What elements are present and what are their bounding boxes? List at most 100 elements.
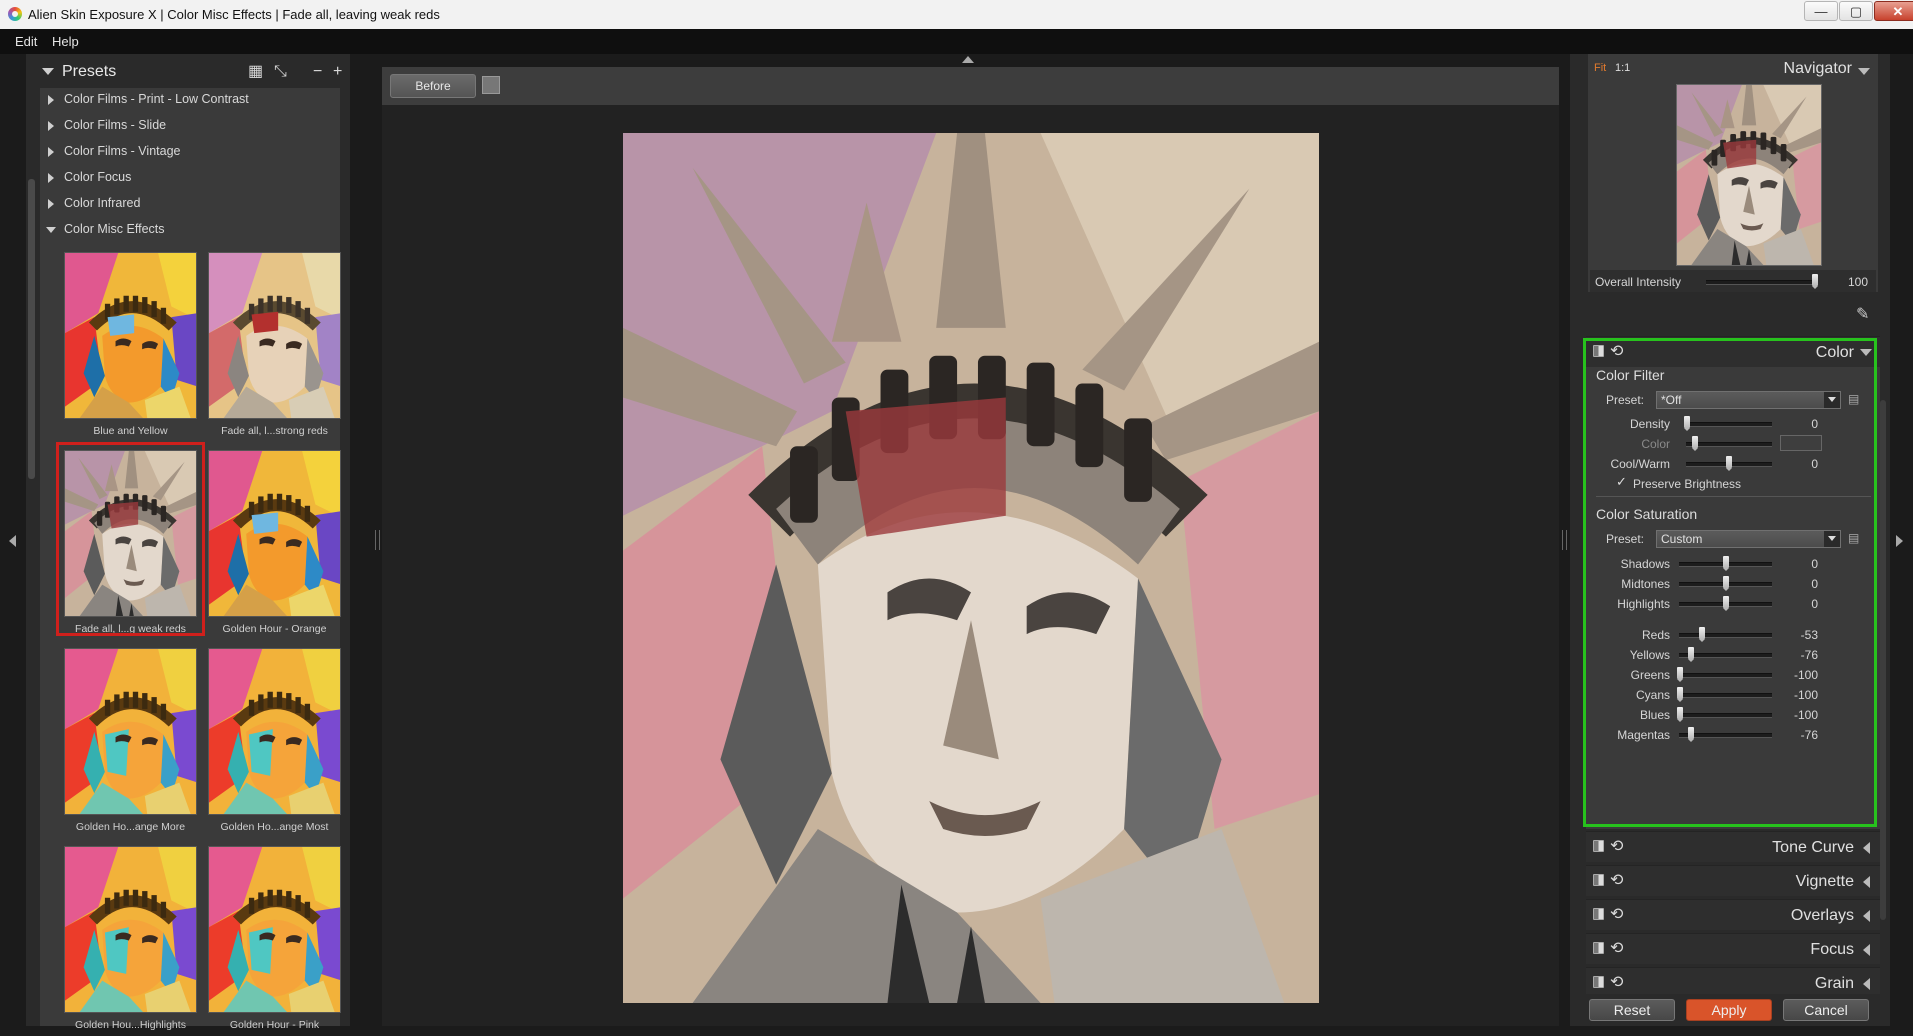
section-tone-curve[interactable]: ⟲ Tone Curve — [1586, 831, 1880, 862]
collapse-all-icon[interactable]: ⤡ — [274, 64, 287, 80]
overall-intensity-value: 100 — [1847, 275, 1868, 289]
menu-bar: Edit Help — [0, 29, 1913, 54]
maximize-button[interactable]: ▢ — [1839, 1, 1873, 21]
reset-section-icon[interactable]: ⟲ — [1610, 870, 1623, 890]
preset-thumbnail[interactable]: Golden Hour - Orange — [208, 450, 341, 635]
apply-button[interactable]: Apply — [1686, 999, 1772, 1021]
preset-thumbnail[interactable]: Golden Hour - Pink — [208, 846, 341, 1031]
section-overlays[interactable]: ⟲ Overlays — [1586, 899, 1880, 930]
expand-arrow-icon — [48, 121, 54, 131]
toggle-section-icon[interactable] — [1593, 976, 1604, 988]
toggle-section-icon[interactable] — [1593, 908, 1604, 920]
preset-thumbnail-label: Golden Hour - Pink — [229, 1019, 320, 1031]
adjustments-scrollbar[interactable] — [1880, 400, 1886, 920]
reset-button[interactable]: Reset — [1589, 999, 1675, 1021]
preset-category[interactable]: Color Films - Vintage — [40, 140, 340, 164]
reset-section-icon[interactable]: ⟲ — [1610, 836, 1623, 856]
section-title: Focus — [1810, 941, 1854, 958]
menu-help[interactable]: Help — [52, 34, 79, 49]
preset-thumbnail-label: Fade all, l...strong reds — [221, 425, 328, 437]
section-focus[interactable]: ⟲ Focus — [1586, 933, 1880, 964]
brush-icon[interactable]: ✎ — [1856, 304, 1869, 324]
collapse-right-panel-icon[interactable] — [1896, 535, 1903, 547]
right-splitter-grip[interactable] — [1562, 530, 1567, 550]
window-title: Alien Skin Exposure X | Color Misc Effec… — [28, 7, 440, 22]
overall-intensity-row: Overall Intensity 100 — [1590, 270, 1876, 292]
grid-view-icon[interactable]: ▦ — [248, 64, 263, 80]
preset-thumbnail-label: Golden Hou...Highlights — [75, 1019, 186, 1031]
minimize-button[interactable]: — — [1804, 1, 1838, 21]
menu-edit[interactable]: Edit — [15, 34, 37, 49]
expand-arrow-icon — [48, 147, 54, 157]
section-title: Grain — [1814, 975, 1854, 992]
before-button[interactable]: Before — [390, 74, 476, 98]
preview-toolbar: Before — [382, 67, 1559, 105]
preset-thumbnail-image — [208, 450, 341, 617]
section-grain[interactable]: ⟲ Grain — [1586, 967, 1880, 994]
navigator-thumbnail[interactable] — [1676, 84, 1822, 266]
zoom-1to1-button[interactable]: 1:1 — [1615, 62, 1630, 74]
remove-preset-icon[interactable]: − — [313, 64, 322, 80]
preset-category[interactable]: Color Films - Slide — [40, 114, 340, 138]
navigator-title: Navigator — [1783, 60, 1852, 77]
overall-intensity-knob[interactable] — [1812, 274, 1818, 289]
preset-thumbnail-image — [208, 252, 341, 419]
section-vignette[interactable]: ⟲ Vignette — [1586, 865, 1880, 896]
collapsed-arrow-icon — [1863, 910, 1870, 922]
overall-intensity-label: Overall Intensity — [1594, 275, 1681, 289]
presets-collapse-icon[interactable] — [42, 68, 54, 75]
left-splitter-grip[interactable] — [375, 530, 380, 550]
window-titlebar: Alien Skin Exposure X | Color Misc Effec… — [0, 0, 1913, 30]
preset-category[interactable]: Color Infrared — [40, 192, 340, 216]
app-logo-icon — [8, 7, 22, 21]
overall-intensity-slider[interactable] — [1706, 280, 1818, 285]
reset-section-icon[interactable]: ⟲ — [1610, 938, 1623, 958]
toggle-section-icon[interactable] — [1593, 840, 1604, 852]
preset-thumbnail-image — [208, 648, 341, 815]
toggle-section-icon[interactable] — [1593, 874, 1604, 886]
reset-section-icon[interactable]: ⟲ — [1610, 972, 1623, 992]
close-button[interactable]: ✕ — [1874, 1, 1913, 21]
preview-image[interactable] — [623, 133, 1319, 1003]
preset-thumbnail[interactable]: Golden Ho...ange Most — [208, 648, 341, 833]
collapsed-arrow-icon — [1863, 876, 1870, 888]
reset-section-icon[interactable]: ⟲ — [1610, 904, 1623, 924]
selection-highlight — [56, 442, 205, 636]
preset-thumbnail[interactable]: Fade all, l...strong reds — [208, 252, 341, 437]
preset-thumbnail-image — [64, 252, 197, 419]
navigator-panel: Fit 1:1 Navigator Overall Intensity 100 — [1588, 54, 1878, 292]
preset-thumbnail-label: Golden Ho...ange More — [75, 821, 186, 833]
collapsed-arrow-icon — [1863, 842, 1870, 854]
section-title: Tone Curve — [1772, 839, 1854, 856]
presets-list: Color Films - Print - Low Contrast Color… — [40, 88, 341, 1031]
collapse-top-bar-icon[interactable] — [962, 56, 974, 63]
color-panel-highlight — [1583, 338, 1877, 827]
presets-scrollbar[interactable] — [28, 179, 35, 479]
preset-thumbnail-label: Blue and Yellow — [93, 425, 168, 437]
toggle-section-icon[interactable] — [1593, 942, 1604, 954]
preset-category-open[interactable]: Color Misc Effects — [40, 218, 340, 242]
preset-thumbnail-image — [208, 846, 341, 1013]
zoom-fit-button[interactable]: Fit — [1594, 62, 1606, 74]
presets-panel: Presets ▦ ⤡ − + Color Films - Print - Lo… — [26, 54, 350, 1031]
presets-title: Presets — [62, 63, 117, 80]
collapsed-arrow-icon — [1863, 978, 1870, 990]
navigator-collapse-icon[interactable] — [1858, 68, 1870, 75]
expand-arrow-icon — [48, 95, 54, 105]
preset-thumbnail-image — [64, 846, 197, 1013]
cancel-button[interactable]: Cancel — [1783, 999, 1869, 1021]
view-mode-dropdown-icon[interactable] — [482, 76, 500, 94]
preset-category[interactable]: Color Films - Print - Low Contrast — [40, 88, 340, 112]
section-title: Vignette — [1795, 873, 1854, 890]
preset-category[interactable]: Color Focus — [40, 166, 340, 190]
presets-header: Presets ▦ ⤡ − + — [26, 54, 350, 88]
preset-thumbnail-selected[interactable]: Fade all, l...g weak reds — [56, 442, 205, 636]
collapse-left-panel-icon[interactable] — [9, 535, 16, 547]
add-preset-icon[interactable]: + — [333, 64, 342, 80]
collapse-arrow-icon — [46, 227, 56, 233]
preset-thumbnail[interactable]: Golden Hou...Highlights — [64, 846, 197, 1031]
preset-thumbnail[interactable]: Golden Ho...ange More — [64, 648, 197, 833]
preset-thumbnail-label: Golden Ho...ange Most — [220, 821, 329, 833]
collapsed-arrow-icon — [1863, 944, 1870, 956]
preset-thumbnail[interactable]: Blue and Yellow — [64, 252, 197, 437]
